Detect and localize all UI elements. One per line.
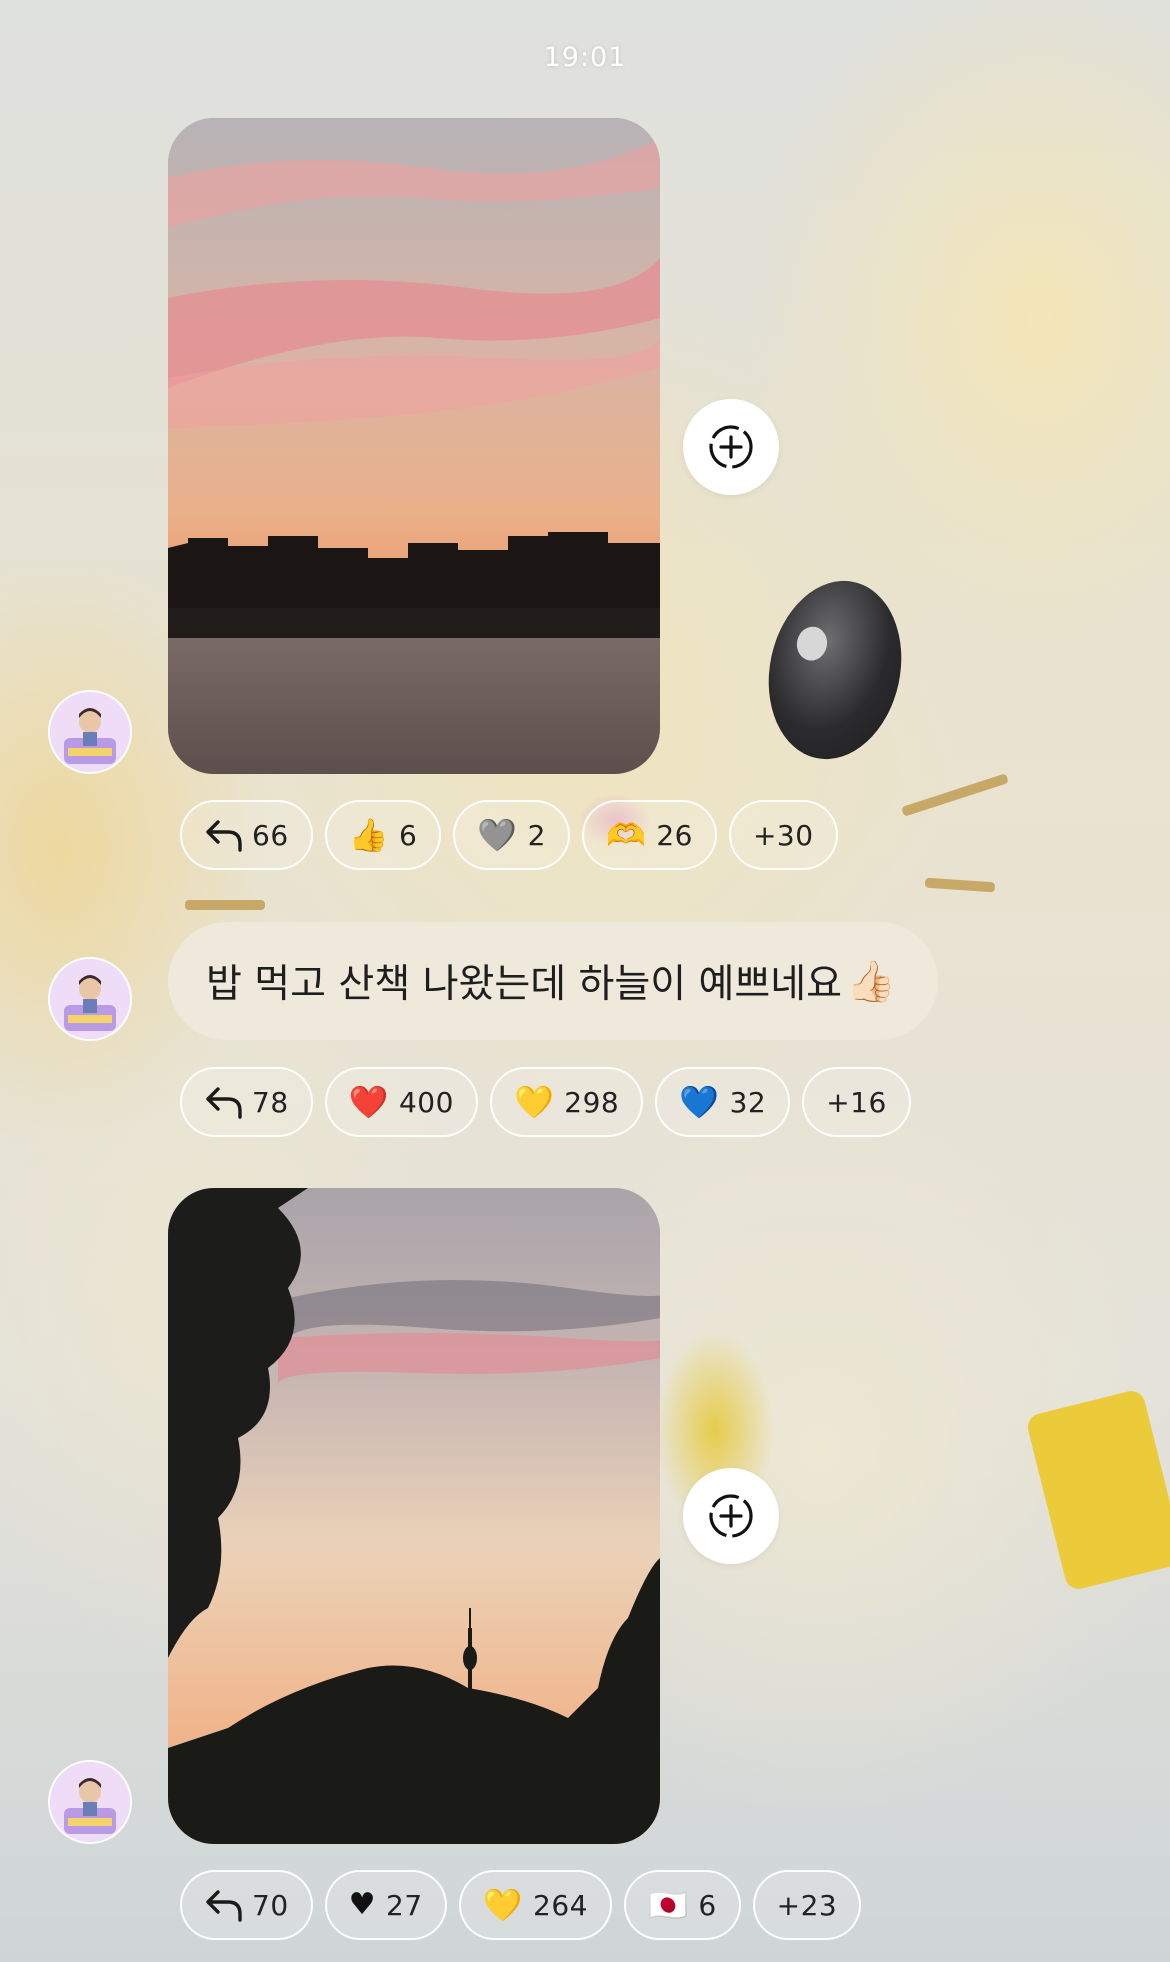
reply-arrow-icon	[204, 818, 244, 852]
heart-hands-emoji: 🫶	[605, 816, 647, 854]
background-whisker	[185, 900, 265, 910]
yellow-heart-emoji: 💛	[513, 1083, 555, 1121]
reaction-count: 26	[656, 818, 693, 852]
dashed-plus-circle-icon	[709, 425, 753, 469]
reply-arrow-icon	[204, 1085, 244, 1119]
grey-heart-emoji: 🩶	[477, 816, 518, 854]
reaction-bar-3: 70 ♥ 27 💛 264 🇯🇵 6 +23	[180, 1870, 862, 1942]
add-to-story-button-1[interactable]	[683, 399, 779, 495]
profile-avatar-image	[50, 692, 130, 772]
message-photo-2[interactable]	[168, 1188, 660, 1844]
japan-flag-emoji: 🇯🇵	[647, 1886, 689, 1924]
blue-heart-emoji: 💙	[679, 1083, 720, 1121]
message-text-bubble[interactable]: 밥 먹고 산책 나왔는데 하늘이 예쁘네요 👍🏻	[168, 922, 938, 1040]
reaction-count: 400	[398, 1085, 454, 1119]
reaction-count: 27	[386, 1888, 423, 1922]
more-reactions-count: +16	[826, 1085, 887, 1119]
more-reactions-pill[interactable]: +23	[752, 1870, 862, 1940]
reaction-pill-red-heart[interactable]: ❤️ 400	[324, 1067, 478, 1137]
more-reactions-pill[interactable]: +16	[802, 1067, 911, 1137]
status-time: 19:01	[543, 42, 627, 73]
avatar[interactable]	[48, 690, 132, 774]
dashed-plus-circle-icon	[709, 1494, 753, 1538]
avatar[interactable]	[48, 957, 132, 1041]
reaction-count: 298	[564, 1085, 620, 1119]
reaction-count: 2	[527, 818, 546, 852]
reply-count-pill[interactable]: 70	[180, 1870, 313, 1940]
profile-avatar-image	[50, 959, 130, 1039]
thumbs-up-emoji: 👍	[348, 816, 389, 854]
reaction-count: 70	[252, 1888, 289, 1922]
sunset-over-river-photo	[168, 118, 660, 774]
reaction-bar-2: 78 ❤️ 400 💛 298 💙 32 +16	[180, 1067, 911, 1139]
reaction-count: 66	[252, 818, 289, 852]
sunset-tower-silhouette-photo	[168, 1188, 660, 1844]
add-to-story-button-2[interactable]	[683, 1468, 779, 1564]
reaction-count: 6	[398, 818, 418, 852]
reaction-pill-heart-hands[interactable]: 🫶 26	[581, 800, 717, 870]
reply-count-pill[interactable]: 66	[180, 800, 313, 870]
reaction-count: 78	[252, 1085, 289, 1119]
message-text: 밥 먹고 산책 나왔는데 하늘이 예쁘네요	[206, 962, 843, 1007]
message-photo-1[interactable]	[168, 118, 660, 774]
thumbs-up-emoji: 👍🏻	[846, 958, 896, 1005]
reaction-pill-thumbs-up[interactable]: 👍 6	[324, 800, 442, 870]
black-heart-icon: ♥	[348, 1887, 377, 1922]
more-reactions-pill[interactable]: +30	[728, 800, 838, 870]
reaction-pill-japan-flag[interactable]: 🇯🇵 6	[623, 1870, 741, 1940]
reaction-count: 264	[533, 1888, 588, 1922]
reaction-count: 6	[698, 1888, 717, 1922]
reply-arrow-icon	[204, 1888, 244, 1922]
reaction-pill-black-heart[interactable]: ♥ 27	[324, 1870, 447, 1940]
more-reactions-count: +23	[776, 1888, 838, 1922]
red-heart-emoji: ❤️	[348, 1083, 389, 1121]
more-reactions-count: +30	[752, 818, 814, 852]
reaction-count: 32	[729, 1085, 767, 1119]
yellow-heart-emoji: 💛	[482, 1886, 524, 1924]
profile-avatar-image	[50, 1762, 130, 1842]
reply-count-pill[interactable]: 78	[180, 1067, 313, 1137]
reaction-bar-1: 66 👍 6 🩶 2 🫶 26 +30	[180, 800, 838, 872]
reaction-pill-yellow-heart[interactable]: 💛 298	[489, 1067, 644, 1137]
avatar[interactable]	[48, 1760, 132, 1844]
reaction-pill-yellow-heart[interactable]: 💛 264	[458, 1870, 612, 1940]
reaction-pill-grey-heart[interactable]: 🩶 2	[453, 800, 570, 870]
reaction-pill-blue-heart[interactable]: 💙 32	[655, 1067, 791, 1137]
